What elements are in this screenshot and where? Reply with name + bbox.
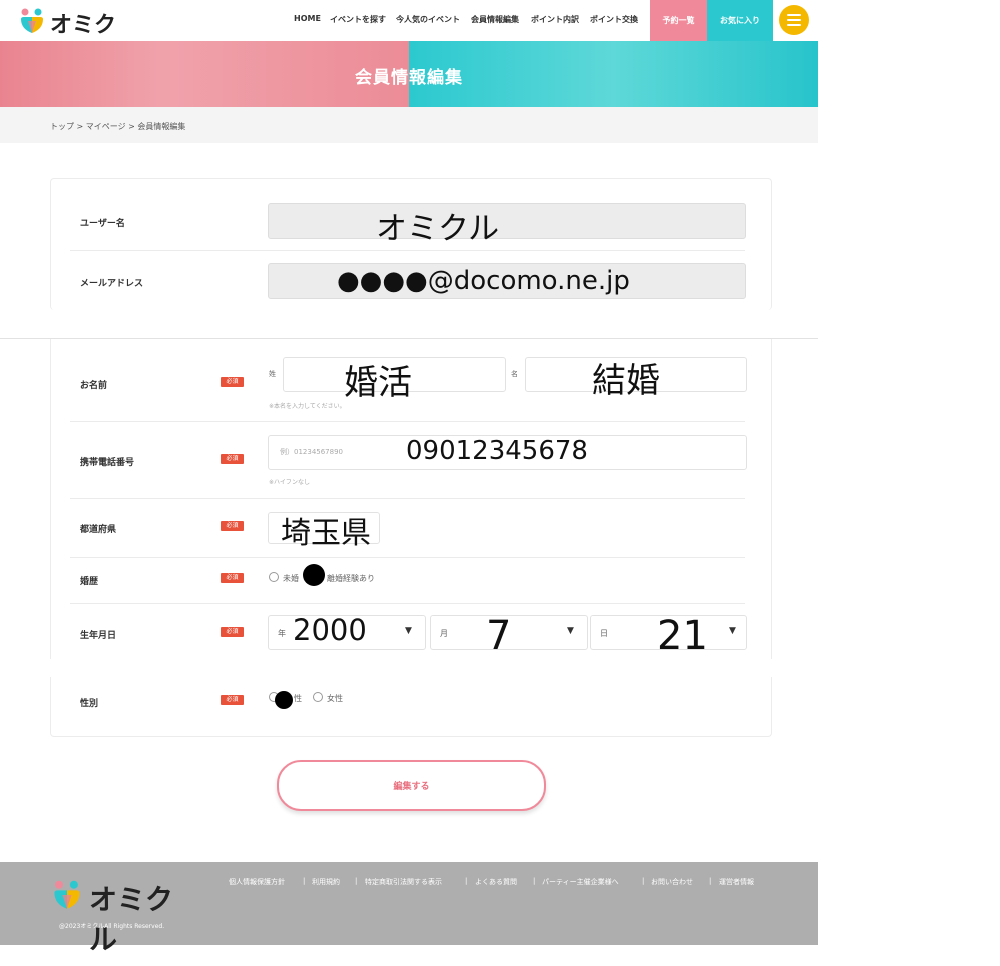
breadcrumb-bar: トップ > マイページ > 会員情報編集 — [0, 107, 818, 143]
username-label: ユーザー名 — [80, 219, 125, 229]
caret-down-icon: ▼ — [729, 626, 736, 636]
favorites-button[interactable]: お気に入り — [707, 0, 773, 41]
radio-icon[interactable] — [269, 572, 279, 582]
omikuru-logo-icon — [54, 880, 80, 909]
marital-option-divorced[interactable]: 離婚経験あり — [327, 573, 375, 584]
nav-edit-profile[interactable]: 会員情報編集 — [471, 14, 519, 25]
reserve-list-button[interactable]: 予約一覧 — [650, 0, 707, 41]
birth-day-value: 21 — [657, 613, 708, 659]
menu-icon[interactable] — [779, 5, 809, 35]
footer-link-faq[interactable]: よくある質問 — [475, 877, 517, 887]
caret-down-icon: ▼ — [567, 626, 574, 636]
nav-point-exchange[interactable]: ポイント交換 — [590, 14, 638, 25]
nav-search-events[interactable]: イベントを探す — [330, 14, 386, 25]
marital-label: 婚歴 — [80, 577, 99, 587]
page-title: 会員情報編集 — [355, 68, 463, 88]
breadcrumb[interactable]: トップ > マイページ > 会員情報編集 — [50, 121, 185, 132]
username-field — [268, 203, 746, 239]
required-badge: 必須 — [221, 454, 244, 464]
birth-month-label: 月 — [440, 629, 448, 638]
copyright: @2023オミクルAll Rights Reserved. — [59, 923, 165, 930]
birth-year-label: 年 — [278, 629, 286, 638]
gender-option-male[interactable]: 性 — [294, 693, 302, 704]
birth-day-label: 日 — [600, 629, 608, 638]
birth-month-value: 7 — [486, 613, 512, 659]
footer-logo[interactable]: オミクル — [51, 876, 191, 956]
phone-placeholder: 例）01234567890 — [280, 448, 343, 456]
required-badge: 必須 — [221, 521, 244, 531]
radio-icon[interactable] — [313, 692, 323, 702]
marital-option-unmarried[interactable]: 未婚 — [283, 573, 299, 584]
omikuru-logo-icon — [21, 8, 43, 33]
gender-label: 性別 — [80, 699, 99, 709]
last-name-value: 婚活 — [344, 363, 412, 403]
page-banner: 会員情報編集 — [0, 41, 818, 107]
footer-link-company[interactable]: 運営者情報 — [719, 877, 754, 887]
footer-link-organizers[interactable]: パーティー主催企業様へ — [542, 877, 619, 887]
birthday-label: 生年月日 — [80, 631, 117, 641]
footer-logo-text: オミクル — [89, 883, 174, 956]
first-name-value: 結婚 — [592, 361, 660, 401]
logo[interactable]: オミクル — [18, 5, 133, 70]
favorites-label: お気に入り — [720, 16, 760, 25]
name-hint: ※本名を入力してください。 — [269, 403, 346, 410]
required-badge: 必須 — [221, 573, 244, 583]
prefecture-label: 都道府県 — [80, 525, 117, 535]
reserve-list-label: 予約一覧 — [662, 16, 695, 25]
birth-year-value: 2000 — [293, 613, 367, 647]
phone-hint: ※ハイフンなし — [269, 479, 311, 486]
footer-link-legal[interactable]: 特定商取引法関する表示 — [365, 877, 442, 887]
footer-link-terms[interactable]: 利用規約 — [312, 877, 340, 887]
required-badge: 必須 — [221, 627, 244, 637]
submit-label: 編集する — [393, 782, 430, 792]
nav-point-details[interactable]: ポイント内訳 — [531, 14, 579, 25]
footer-link-privacy[interactable]: 個人情報保護方針 — [229, 877, 285, 887]
site-footer: オミクル @2023オミクルAll Rights Reserved. 個人情報保… — [0, 862, 818, 956]
required-badge: 必須 — [221, 377, 244, 387]
gender-option-female[interactable]: 女性 — [327, 693, 343, 704]
email-value: ●●●●@docomo.ne.jp — [337, 266, 630, 296]
phone-label: 携帯電話番号 — [80, 458, 135, 468]
name-label: お名前 — [80, 381, 108, 391]
required-badge: 必須 — [221, 695, 244, 705]
footer-link-contact[interactable]: お問い合わせ — [651, 877, 693, 887]
marital-selected-dot — [303, 564, 325, 586]
prefecture-value: 埼玉県 — [281, 516, 371, 551]
caret-down-icon: ▼ — [405, 626, 412, 636]
gender-selected-dot — [275, 691, 293, 709]
nav-popular-events[interactable]: 今人気のイベント — [396, 14, 460, 25]
submit-button[interactable]: 編集する — [277, 760, 546, 811]
profile-card-bottom — [50, 677, 772, 737]
phone-value: 09012345678 — [406, 436, 588, 466]
last-name-label: 姓 — [269, 370, 276, 378]
nav-home[interactable]: HOME — [294, 14, 321, 23]
site-header: オミクル HOME イベントを探す 今人気のイベント 会員情報編集 ポイント内訳… — [0, 0, 818, 70]
first-name-label: 名 — [511, 370, 518, 378]
email-label: メールアドレス — [80, 279, 144, 289]
username-value: オミクル — [376, 211, 500, 247]
